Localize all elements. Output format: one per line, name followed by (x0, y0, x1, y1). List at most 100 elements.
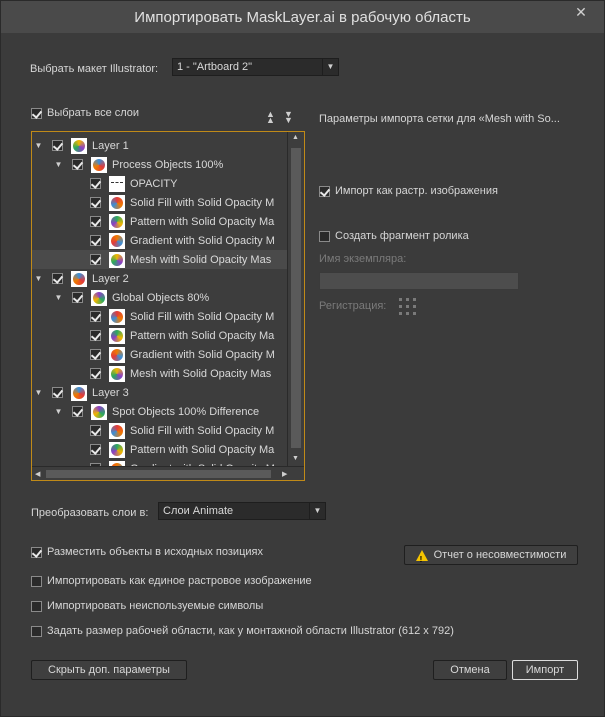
object-row[interactable]: Gradient with Solid Opacity M (32, 345, 287, 364)
row-checkbox[interactable] (90, 254, 101, 265)
disclosure-triangle-icon[interactable]: ▼ (54, 293, 63, 302)
close-icon[interactable]: ✕ (566, 1, 596, 23)
disclosure-triangle-icon[interactable]: ▼ (34, 388, 43, 397)
disclosure-triangle-icon[interactable]: ▼ (54, 407, 63, 416)
tree-horizontal-scrollbar[interactable]: ◀ ▶ (32, 466, 304, 480)
group-row[interactable]: ▼ Spot Objects 100% Difference (32, 402, 287, 421)
scroll-left-icon[interactable]: ◀ (35, 470, 40, 478)
object-row[interactable]: Pattern with Solid Opacity Ma (32, 212, 287, 231)
option-row[interactable]: Импортировать как единое растровое изобр… (31, 575, 312, 587)
layer-thumbnail-icon (109, 232, 125, 249)
select-all-row[interactable]: Выбрать все слои (31, 107, 139, 119)
layer-thumbnail-icon (109, 441, 125, 458)
artboard-select[interactable]: 1 - "Artboard 2" ▼ (172, 58, 339, 76)
row-checkbox[interactable] (90, 216, 101, 227)
cancel-button[interactable]: Отмена (433, 660, 507, 680)
row-checkbox[interactable] (52, 140, 63, 151)
thumbnail-art (111, 181, 123, 184)
tree-vertical-scrollbar[interactable]: ▲ ▼ (287, 132, 304, 467)
create-movieclip-row[interactable]: Создать фрагмент ролика (319, 230, 469, 242)
layer-thumbnail-icon (109, 365, 125, 382)
layer-tree[interactable]: ▼ Layer 1 ▼ Process Objects 100% OPACITY Soli… (31, 131, 305, 481)
layer-thumbnail-icon (109, 213, 125, 230)
object-row[interactable]: Mesh with Solid Opacity Mas (32, 364, 287, 383)
row-label: Solid Fill with Solid Opacity M (130, 310, 275, 323)
layer-row[interactable]: ▼ Layer 2 (32, 269, 287, 288)
row-checkbox[interactable] (72, 406, 83, 417)
title-bar: Импортировать MaskLayer.ai в рабочую обл… (1, 1, 604, 33)
row-checkbox[interactable] (90, 444, 101, 455)
row-checkbox[interactable] (90, 311, 101, 322)
thumbnail-art (93, 291, 105, 304)
option-row[interactable]: Задать размер рабочей области, как у мон… (31, 625, 454, 637)
option-row[interactable]: Импортировать неиспользуемые символы (31, 600, 263, 612)
import-dialog: Импортировать MaskLayer.ai в рабочую обл… (0, 0, 605, 717)
disclosure-triangle-icon[interactable]: ▼ (34, 274, 43, 283)
row-checkbox[interactable] (90, 197, 101, 208)
select-all-label: Выбрать все слои (47, 107, 140, 119)
group-row[interactable]: ▼ Global Objects 80% (32, 288, 287, 307)
row-checkbox[interactable] (90, 368, 101, 379)
object-row[interactable]: Pattern with Solid Opacity Ma (32, 440, 287, 459)
object-row[interactable]: Solid Fill with Solid Opacity M (32, 307, 287, 326)
layer-thumbnail-icon (91, 156, 107, 173)
row-label: Layer 1 (92, 139, 129, 152)
horizontal-scroll-thumb[interactable] (46, 470, 271, 478)
group-row[interactable]: ▼ Process Objects 100% (32, 155, 287, 174)
row-checkbox[interactable] (90, 349, 101, 360)
option-checkbox[interactable] (31, 625, 42, 637)
row-checkbox[interactable] (90, 178, 101, 189)
option-row[interactable]: Разместить объекты в исходных позициях (31, 546, 263, 558)
row-label: Mesh with Solid Opacity Mas (130, 367, 272, 380)
row-checkbox[interactable] (52, 387, 63, 398)
row-label: Mesh with Solid Opacity Mas (130, 253, 272, 266)
select-all-checkbox[interactable] (31, 107, 42, 119)
layer-thumbnail-icon (109, 308, 125, 325)
scroll-right-icon[interactable]: ▶ (282, 470, 287, 478)
scroll-down-icon[interactable]: ▼ (292, 455, 299, 462)
row-checkbox[interactable] (90, 235, 101, 246)
object-row[interactable]: Mesh with Solid Opacity Mas (32, 250, 287, 269)
option-checkbox[interactable] (31, 600, 42, 612)
thumbnail-art (93, 405, 105, 418)
object-row[interactable]: Gradient with Solid Opacity M (32, 231, 287, 250)
row-label: Solid Fill with Solid Opacity M (130, 424, 275, 437)
row-label: Gradient with Solid Opacity M (130, 348, 275, 361)
object-row[interactable]: OPACITY (32, 174, 287, 193)
create-movieclip-checkbox[interactable] (319, 230, 330, 242)
layer-thumbnail-icon (91, 289, 107, 306)
hide-advanced-button[interactable]: Скрыть доп. параметры (31, 660, 187, 680)
thumbnail-art (111, 367, 123, 380)
row-checkbox[interactable] (72, 159, 83, 170)
import-bitmap-checkbox[interactable] (319, 185, 330, 197)
collapse-all-icon[interactable]: ▼ ▼ (284, 110, 293, 125)
incompatibility-report-label: Отчет о несовместимости (433, 549, 567, 561)
row-checkbox[interactable] (52, 273, 63, 284)
convert-layers-value: Слои Animate (163, 505, 234, 517)
layer-row[interactable]: ▼ Layer 3 (32, 383, 287, 402)
vertical-scroll-thumb[interactable] (291, 148, 301, 448)
chevron-down-icon: ▼ (309, 503, 325, 519)
dialog-content: Выбрать макет Illustrator: 1 - "Artboard… (8, 33, 597, 710)
chevron-down-icon: ▼ (322, 59, 338, 75)
row-checkbox[interactable] (90, 330, 101, 341)
thumbnail-art (111, 329, 123, 342)
expand-all-icon[interactable]: ▲ ▲ (266, 110, 275, 125)
import-bitmap-row[interactable]: Импорт как растр. изображения (319, 185, 498, 197)
disclosure-triangle-icon[interactable]: ▼ (54, 160, 63, 169)
option-checkbox[interactable] (31, 546, 42, 558)
scroll-up-icon[interactable]: ▲ (292, 134, 299, 141)
convert-layers-select[interactable]: Слои Animate ▼ (158, 502, 326, 520)
row-checkbox[interactable] (90, 425, 101, 436)
row-checkbox[interactable] (72, 292, 83, 303)
incompatibility-report-button[interactable]: Отчет о несовместимости (404, 545, 578, 569)
object-row[interactable]: Pattern with Solid Opacity Ma (32, 326, 287, 345)
import-button[interactable]: Импорт (512, 660, 578, 680)
object-row[interactable]: Solid Fill with Solid Opacity M (32, 421, 287, 440)
disclosure-triangle-icon[interactable]: ▼ (34, 141, 43, 150)
object-row[interactable]: Solid Fill with Solid Opacity M (32, 193, 287, 212)
option-checkbox[interactable] (31, 575, 42, 587)
layer-row[interactable]: ▼ Layer 1 (32, 136, 287, 155)
option-label: Задать размер рабочей области, как у мон… (47, 625, 454, 637)
import-options-heading: Параметры импорта сетки для «Mesh with S… (319, 113, 560, 125)
